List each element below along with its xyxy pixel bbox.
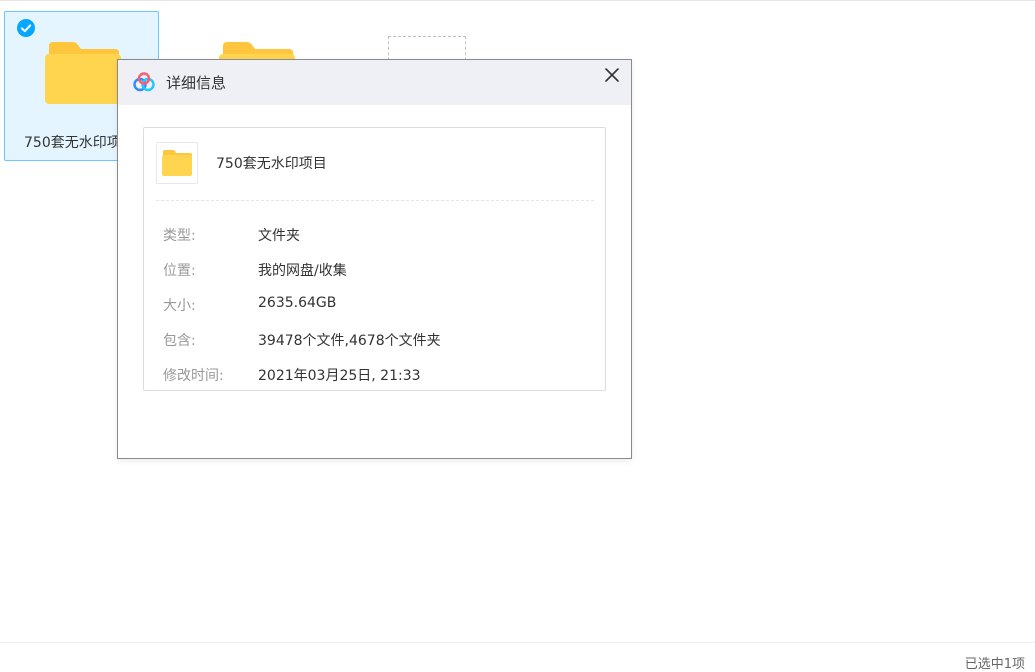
info-label: 包含: [163,333,196,349]
status-divider [0,642,1035,643]
item-name: 750套无水印项目 [216,156,327,172]
info-value: 39478个文件,4678个文件夹 [258,333,441,349]
info-value: 2021年03月25日, 21:33 [258,368,421,384]
details-dialog: 详细信息 750套无水印项目 类型: 文件夹 位置: 我的网盘/收集 大小: 2… [117,59,632,459]
info-label: 修改时间: [163,368,224,384]
item-thumbnail [156,142,198,184]
info-label: 位置: [163,263,196,279]
baidu-netdisk-logo-icon [133,72,155,92]
folder-icon [162,150,192,176]
info-label: 类型: [163,228,196,244]
check-icon[interactable] [17,19,35,37]
info-value: 我的网盘/收集 [258,263,347,279]
selection-status: 已选中1项 [964,657,1025,672]
dialog-header: 详细信息 [118,60,631,105]
info-card: 750套无水印项目 类型: 文件夹 位置: 我的网盘/收集 大小: 2635.6… [143,127,606,391]
info-value: 文件夹 [258,228,300,244]
info-label: 大小: [163,298,196,314]
folder-icon [45,42,121,104]
close-icon[interactable] [602,65,622,85]
dialog-title: 详细信息 [166,74,227,92]
card-divider [156,200,594,201]
info-value: 2635.64GB [258,295,337,311]
